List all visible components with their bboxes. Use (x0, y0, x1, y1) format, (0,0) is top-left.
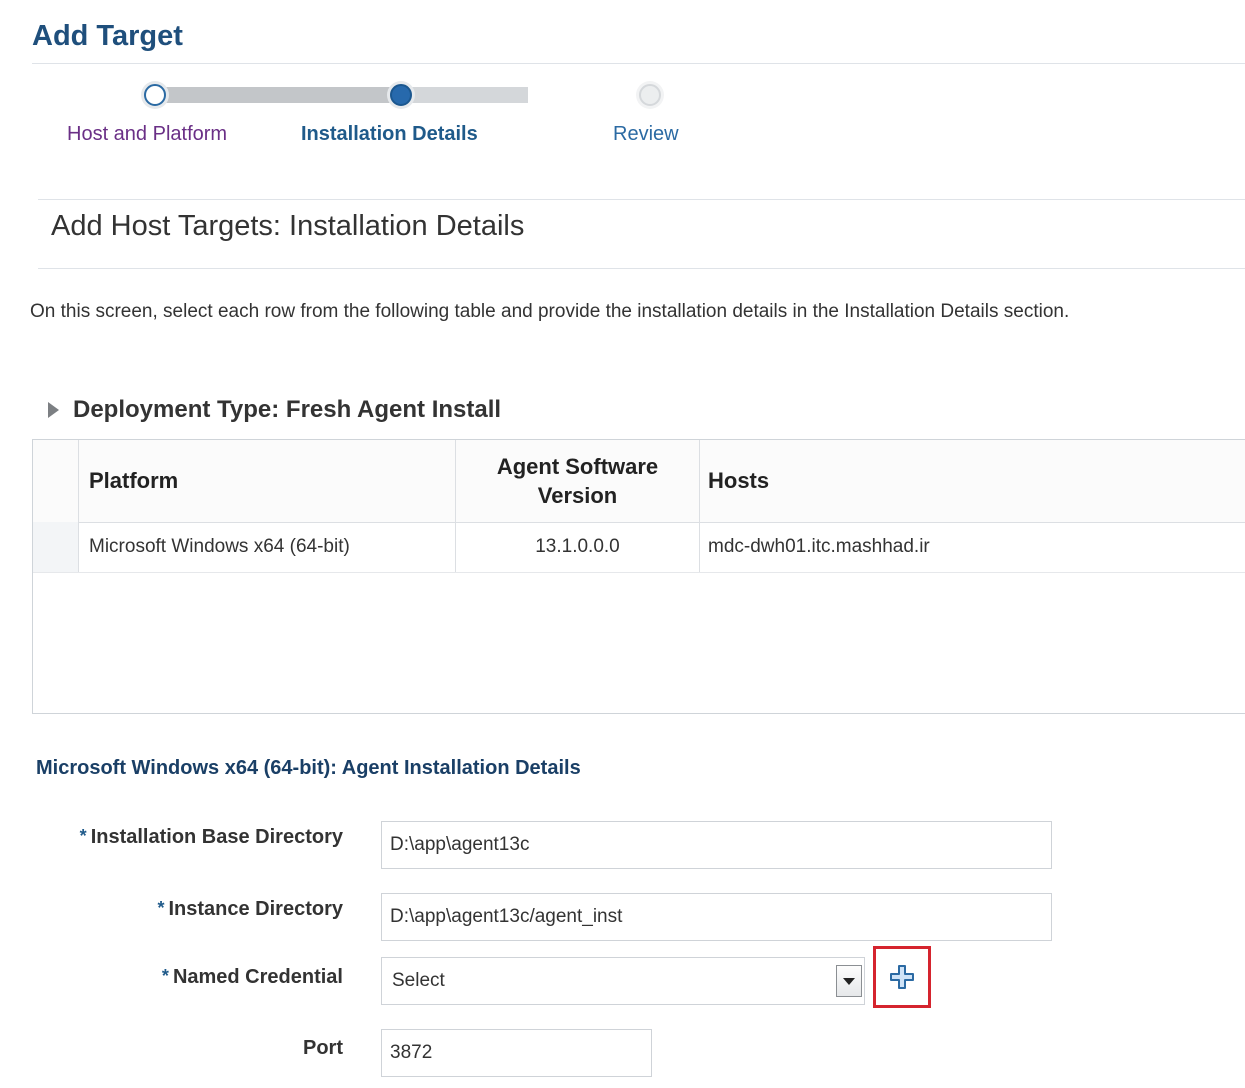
train-label-review: Review (613, 123, 679, 145)
disclosure-triangle-icon[interactable] (48, 402, 59, 418)
chevron-down-icon[interactable] (843, 977, 855, 985)
instance-directory-label: * Instance Directory (157, 898, 343, 920)
train-connector-1 (163, 87, 393, 103)
page-title: Add Target (32, 20, 183, 52)
base-directory-label: * Installation Base Directory (79, 826, 343, 848)
train-stop-installation-details (390, 84, 412, 106)
installation-details-title: Microsoft Windows x64 (64-bit): Agent In… (36, 757, 581, 779)
section-divider-bottom (38, 268, 1245, 269)
train-connector-2 (410, 87, 528, 103)
train-label-installation-details: Installation Details (301, 123, 478, 145)
named-credential-dropdown-button[interactable] (836, 965, 862, 997)
train-label-host-platform[interactable]: Host and Platform (67, 123, 227, 146)
select-column-header (33, 440, 79, 522)
table-row[interactable]: Microsoft Windows x64 (64-bit) 13.1.0.0.… (33, 522, 1245, 573)
deployment-type-label: Deployment Type: Fresh Agent Install (73, 396, 502, 423)
required-indicator: * (157, 898, 165, 918)
version-cell: 13.1.0.0.0 (456, 522, 700, 572)
named-credential-select[interactable]: Select (381, 957, 865, 1005)
row-selector[interactable] (33, 522, 79, 572)
instance-directory-input[interactable]: D:\app\agent13c/agent_inst (381, 893, 1052, 941)
required-indicator: * (79, 826, 87, 846)
required-indicator: * (161, 966, 169, 986)
hosts-table: Platform Agent Software Version Hosts Mi… (32, 439, 1245, 714)
table-header: Platform Agent Software Version Hosts (33, 440, 1245, 523)
section-title: Add Host Targets: Installation Details (51, 210, 525, 242)
port-label: Port (303, 1037, 343, 1059)
hosts-cell: mdc-dwh01.itc.mashhad.ir (708, 536, 930, 557)
section-divider-top (38, 199, 1245, 200)
deployment-type-toggle[interactable]: Deployment Type: Fresh Agent Install (48, 396, 501, 424)
platform-column-header[interactable]: Platform (79, 440, 456, 522)
port-input[interactable]: 3872 (381, 1029, 652, 1077)
platform-cell: Microsoft Windows x64 (64-bit) (79, 522, 456, 572)
version-column-header[interactable]: Agent Software Version (456, 440, 700, 522)
train-stop-host-platform[interactable] (144, 84, 166, 106)
named-credential-label: * Named Credential (161, 966, 343, 988)
plus-icon[interactable] (889, 964, 915, 990)
instructions-text: On this screen, select each row from the… (30, 301, 1070, 322)
base-directory-input[interactable]: D:\app\agent13c (381, 821, 1052, 869)
hosts-column-header[interactable]: Hosts (700, 440, 1245, 522)
train-stop-review (639, 84, 661, 106)
title-divider (32, 63, 1245, 64)
add-credential-button[interactable] (873, 946, 931, 1008)
